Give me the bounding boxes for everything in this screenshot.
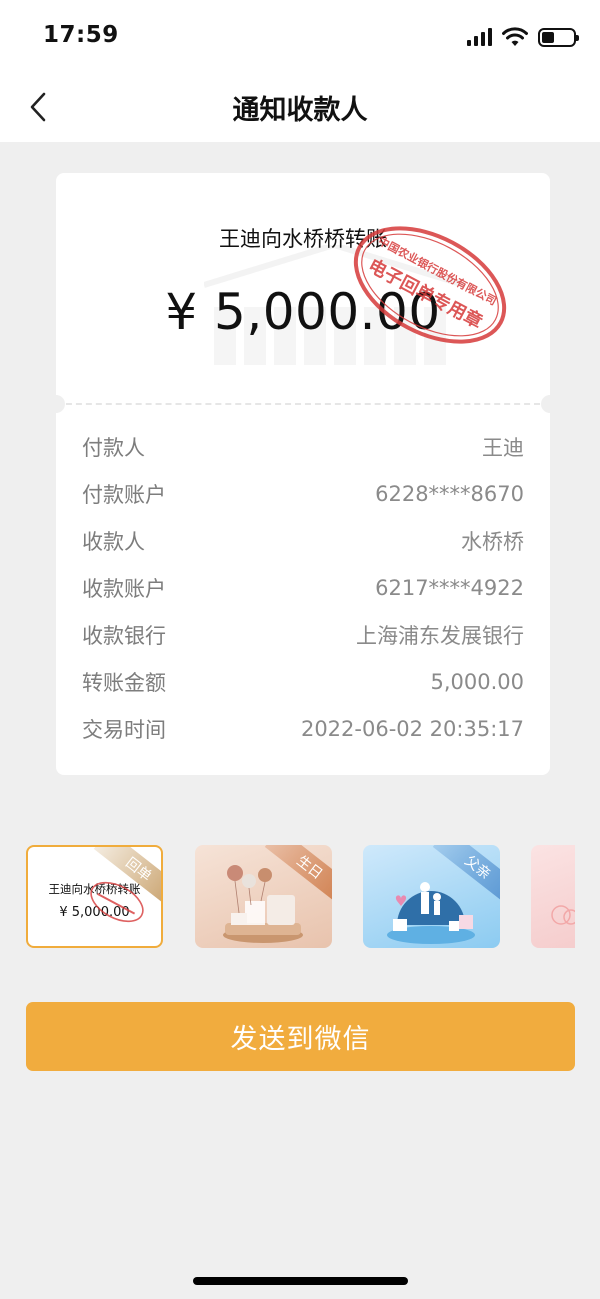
template-birthday[interactable]: 生日 bbox=[195, 845, 332, 948]
template-fathers-day[interactable]: 父亲 bbox=[363, 845, 500, 948]
detail-row: 收款银行 上海浦东发展银行 bbox=[82, 611, 524, 658]
birthday-gift-illustration bbox=[223, 865, 303, 943]
wifi-icon bbox=[502, 27, 528, 46]
detail-label: 收款账户 bbox=[82, 576, 166, 601]
stamp-thumbnail-icon bbox=[90, 881, 144, 923]
fathers-day-illustration bbox=[387, 882, 475, 944]
send-button-label: 发送到微信 bbox=[230, 1024, 371, 1054]
detail-label: 收款银行 bbox=[82, 623, 166, 648]
detail-row: 收款人 水桥桥 bbox=[82, 517, 524, 564]
status-time: 17:59 bbox=[43, 22, 119, 48]
detail-row: 付款账户 6228****8670 bbox=[82, 470, 524, 517]
status-bar: 17:59 bbox=[0, 0, 600, 72]
detail-label: 转账金额 bbox=[82, 670, 166, 695]
receipt-card: 王迪向水桥桥转账 ¥ 5,000.00 中国农业银行股份有限公司 电子回单专用章… bbox=[56, 173, 550, 775]
detail-label: 付款人 bbox=[82, 435, 145, 460]
ticket-notch bbox=[541, 395, 550, 413]
detail-row: 收款账户 6217****4922 bbox=[82, 564, 524, 611]
detail-value: 6217****4922 bbox=[375, 575, 524, 600]
detail-row: 交易时间 2022-06-02 20:35:17 bbox=[82, 705, 524, 752]
detail-value: 王迪 bbox=[482, 435, 524, 460]
nav-bar: 通知收款人 bbox=[0, 72, 600, 142]
perforation-divider bbox=[56, 403, 550, 405]
detail-value: 6228****8670 bbox=[375, 481, 524, 506]
detail-label: 收款人 bbox=[82, 529, 145, 554]
cellular-signal-icon bbox=[467, 28, 492, 46]
receipt-details: 付款人 王迪付款账户 6228****8670 收款人 水桥桥收款账户 6217****4… bbox=[82, 423, 524, 752]
bank-stamp: 中国农业银行股份有限公司 电子回单专用章 bbox=[353, 226, 507, 344]
cloud-icon bbox=[551, 905, 575, 925]
template-more[interactable] bbox=[531, 845, 575, 948]
status-icons bbox=[467, 26, 579, 48]
template-carousel[interactable]: 回单 王迪向水桥桥转账 ¥ 5,000.00 生日 父亲 bbox=[26, 845, 575, 948]
detail-value: 上海浦东发展银行 bbox=[356, 623, 524, 648]
receipt-header: 王迪向水桥桥转账 ¥ 5,000.00 中国农业银行股份有限公司 电子回单专用章 bbox=[56, 173, 550, 405]
home-indicator bbox=[193, 1277, 408, 1285]
template-receipt[interactable]: 回单 王迪向水桥桥转账 ¥ 5,000.00 bbox=[26, 845, 163, 948]
page-title: 通知收款人 bbox=[232, 95, 368, 126]
detail-row: 转账金额 5,000.00 bbox=[82, 658, 524, 705]
send-to-wechat-button[interactable]: 发送到微信 bbox=[26, 1002, 575, 1071]
battery-icon bbox=[538, 27, 579, 47]
detail-label: 付款账户 bbox=[82, 482, 166, 507]
detail-value: 2022-06-02 20:35:17 bbox=[300, 716, 524, 741]
detail-value: 5,000.00 bbox=[430, 669, 524, 694]
detail-value: 水桥桥 bbox=[461, 529, 524, 554]
detail-label: 交易时间 bbox=[82, 717, 166, 742]
detail-row: 付款人 王迪 bbox=[82, 423, 524, 470]
